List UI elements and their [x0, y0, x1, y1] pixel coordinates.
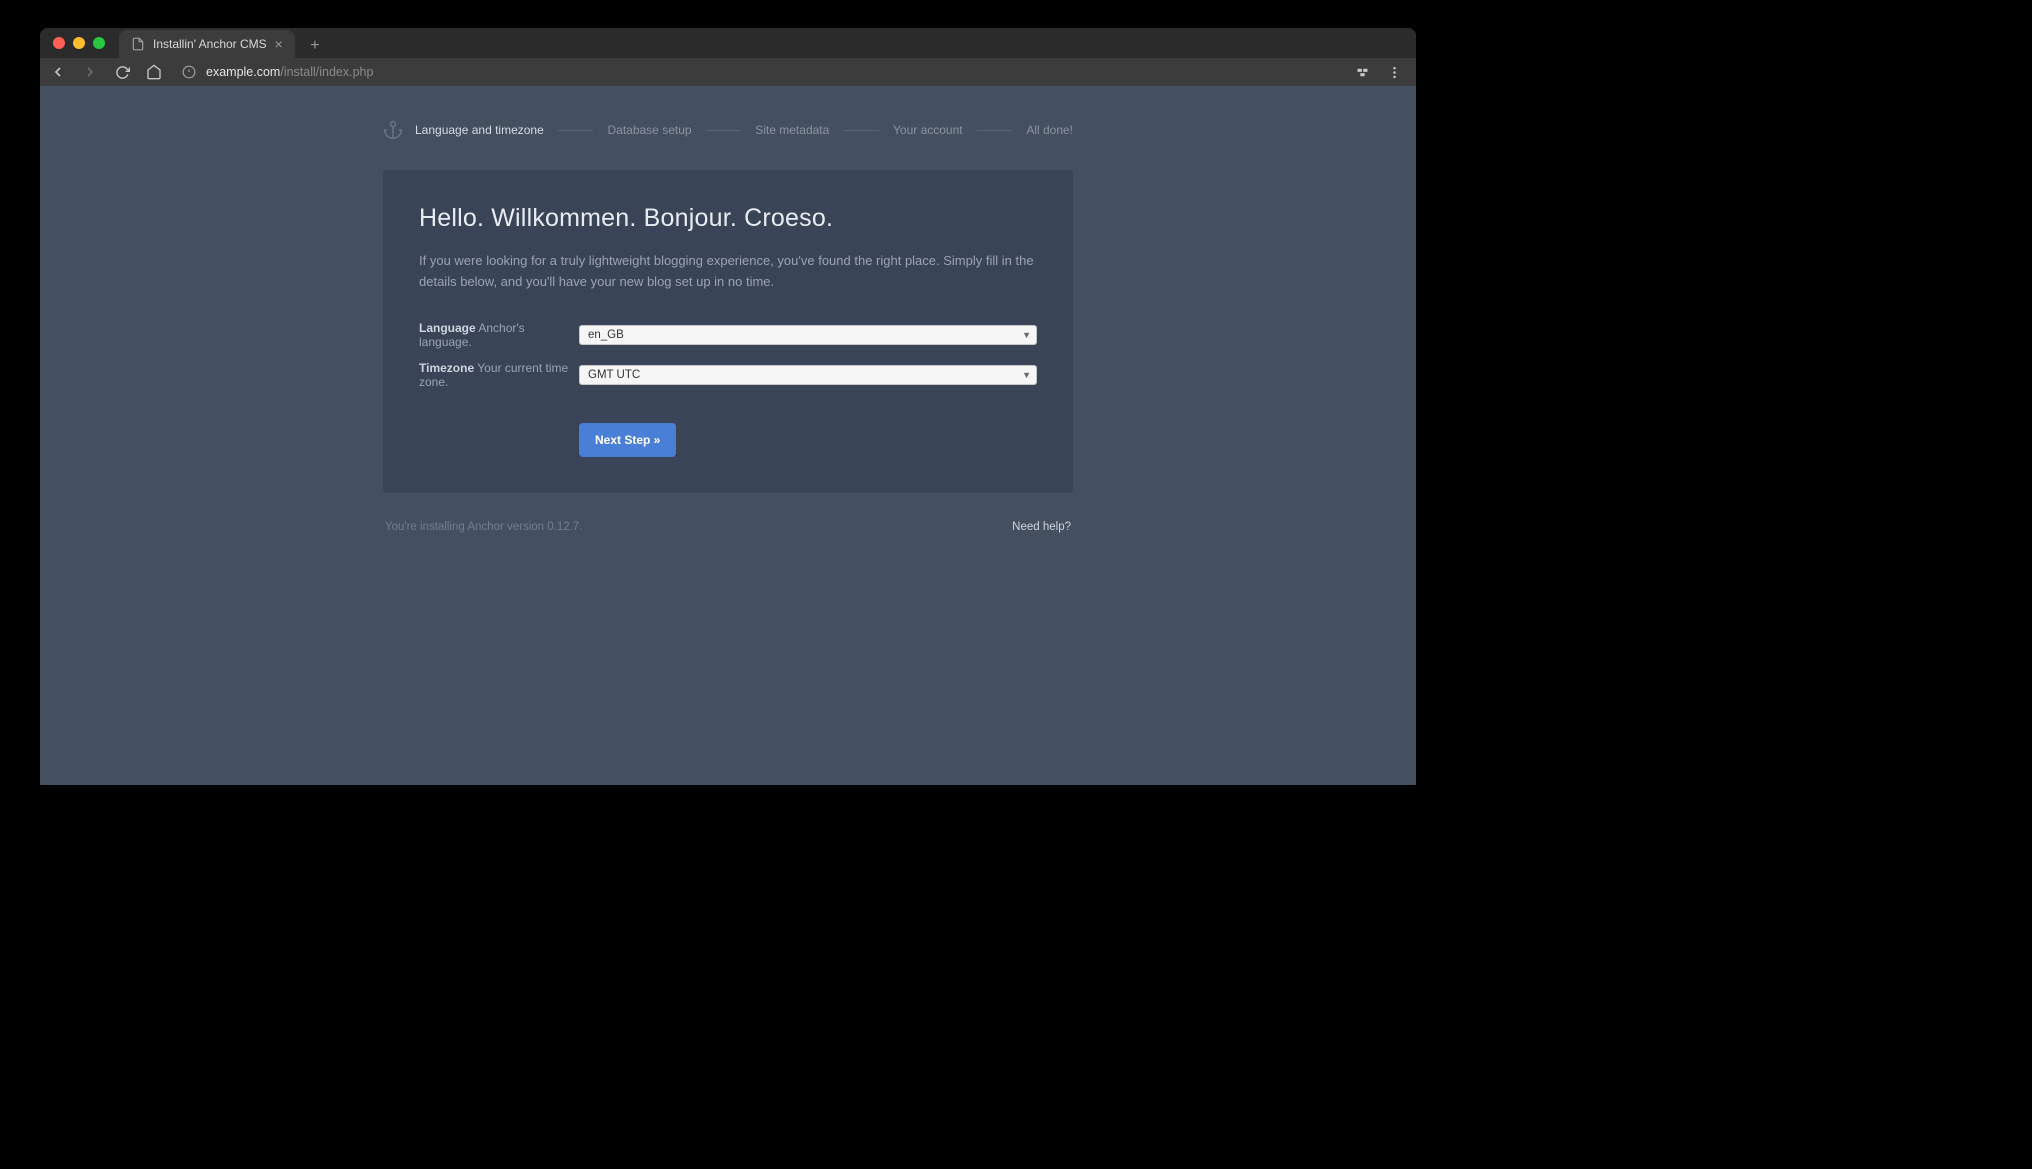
forward-button[interactable] [82, 64, 98, 80]
step-account[interactable]: Your account [893, 123, 963, 137]
language-label: Language Anchor's language. [419, 321, 579, 349]
traffic-lights [53, 37, 105, 49]
tab-title: Installin' Anchor CMS [153, 37, 267, 51]
extensions-button[interactable] [1354, 64, 1370, 80]
timezone-select[interactable]: GMT UTC [579, 365, 1037, 385]
installer-page: Language and timezone Database setup Sit… [383, 86, 1073, 561]
new-tab-button[interactable]: + [303, 34, 327, 58]
site-info-icon [182, 65, 196, 79]
progress-steps: Language and timezone Database setup Sit… [383, 110, 1073, 170]
step-separator [706, 130, 742, 131]
card-heading: Hello. Willkommen. Bonjour. Croeso. [419, 204, 1037, 233]
minimize-window-button[interactable] [73, 37, 85, 49]
step-language[interactable]: Language and timezone [415, 123, 544, 137]
step-done[interactable]: All done! [1026, 123, 1073, 137]
installer-card: Hello. Willkommen. Bonjour. Croeso. If y… [383, 170, 1073, 493]
browser-tab[interactable]: Installin' Anchor CMS × [119, 30, 295, 58]
close-window-button[interactable] [53, 37, 65, 49]
language-select-wrap: en_GB ▼ [579, 325, 1037, 345]
installer-footer: You're installing Anchor version 0.12.7.… [383, 493, 1073, 561]
back-button[interactable] [50, 64, 66, 80]
step-database[interactable]: Database setup [607, 123, 691, 137]
next-step-button[interactable]: Next Step » [579, 423, 676, 457]
toolbar-right [1354, 64, 1406, 80]
window-titlebar: Installin' Anchor CMS × + [40, 28, 1416, 58]
tab-strip: Installin' Anchor CMS × + [119, 28, 327, 58]
browser-toolbar: example.com/install/index.php [40, 58, 1416, 86]
nav-buttons [50, 64, 162, 80]
timezone-label: Timezone Your current time zone. [419, 361, 579, 389]
step-separator [977, 130, 1013, 131]
step-separator [558, 130, 594, 131]
url-text: example.com/install/index.php [206, 65, 373, 79]
version-text: You're installing Anchor version 0.12.7. [385, 521, 582, 533]
page-viewport: Language and timezone Database setup Sit… [40, 86, 1416, 785]
address-bar[interactable]: example.com/install/index.php [176, 65, 1340, 79]
help-link[interactable]: Need help? [1012, 521, 1071, 533]
menu-button[interactable] [1386, 64, 1402, 80]
reload-button[interactable] [114, 64, 130, 80]
maximize-window-button[interactable] [93, 37, 105, 49]
home-button[interactable] [146, 64, 162, 80]
browser-window: Installin' Anchor CMS × + example.com/in… [40, 28, 1416, 785]
step-metadata[interactable]: Site metadata [755, 123, 829, 137]
close-tab-button[interactable]: × [275, 37, 283, 51]
anchor-logo-icon [383, 120, 403, 140]
language-select[interactable]: en_GB [579, 325, 1037, 345]
timezone-select-wrap: GMT UTC ▼ [579, 365, 1037, 385]
language-row: Language Anchor's language. en_GB ▼ [419, 321, 1037, 349]
step-separator [843, 130, 879, 131]
card-actions: Next Step » [419, 423, 1037, 457]
page-icon [131, 37, 145, 51]
timezone-row: Timezone Your current time zone. GMT UTC… [419, 361, 1037, 389]
card-intro: If you were looking for a truly lightwei… [419, 251, 1037, 293]
